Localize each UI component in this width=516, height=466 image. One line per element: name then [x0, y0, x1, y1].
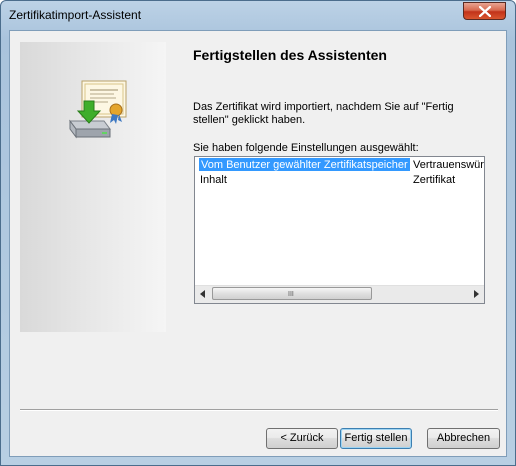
close-button[interactable]: [463, 2, 506, 20]
scroll-right-arrow-icon[interactable]: [474, 290, 479, 298]
wizard-side-panel: [20, 42, 166, 332]
settings-list[interactable]: Vom Benutzer gewählter Zertifikatspeiche…: [194, 156, 485, 304]
wizard-window: Zertifikatimport-Assistent Fertigstellen…: [0, 0, 516, 466]
scroll-left-arrow-icon[interactable]: [200, 290, 205, 298]
settings-label: Sie haben folgende Einstellungen ausgewä…: [193, 142, 419, 154]
setting-key: Vom Benutzer gewählter Zertifikatspeiche…: [199, 158, 410, 171]
horizontal-scrollbar[interactable]: III: [195, 285, 484, 303]
page-title: Fertigstellen des Assistenten: [193, 47, 387, 63]
scroll-grip: III: [288, 291, 294, 298]
dialog-client-area: Fertigstellen des Assistenten Das Zertif…: [9, 30, 507, 457]
list-item[interactable]: Inhalt Zertifikat: [195, 173, 484, 187]
cancel-button[interactable]: Abbrechen: [427, 428, 500, 449]
button-separator: [20, 409, 498, 411]
back-button[interactable]: < Zurück: [266, 428, 338, 449]
intro-text: Das Zertifikat wird importiert, nachdem …: [193, 101, 454, 126]
setting-key: Inhalt: [200, 174, 227, 186]
list-item[interactable]: Vom Benutzer gewählter Zertifikatspeiche…: [195, 158, 484, 172]
window-title: Zertifikatimport-Assistent: [9, 8, 142, 22]
certificate-import-icon: [69, 80, 127, 139]
setting-value: Vertrauenswür: [413, 159, 484, 171]
finish-button[interactable]: Fertig stellen: [340, 428, 412, 449]
close-icon: [479, 6, 491, 17]
scroll-thumb[interactable]: III: [212, 287, 372, 300]
title-bar[interactable]: Zertifikatimport-Assistent: [1, 1, 515, 29]
setting-value: Zertifikat: [413, 174, 456, 186]
